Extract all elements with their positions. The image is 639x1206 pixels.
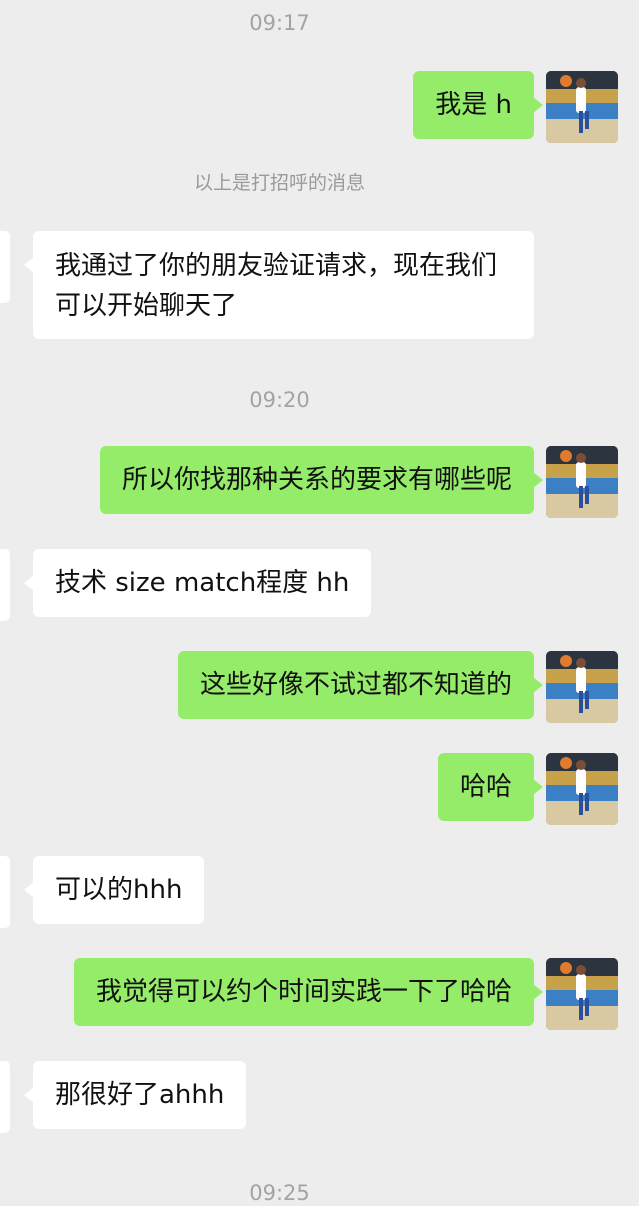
my-message-bubble[interactable]: 我是 h: [413, 71, 543, 139]
basketball-player-photo-icon: [546, 753, 618, 825]
my-message-bubble[interactable]: 我觉得可以约个时间实践一下了哈哈: [73, 958, 544, 1026]
my-avatar[interactable]: [546, 651, 618, 723]
basketball-player-photo-icon: [546, 71, 618, 143]
contact-message-bubble[interactable]: 那很好了ahhh: [23, 1061, 247, 1129]
contact-avatar[interactable]: [0, 549, 10, 621]
contact-message-bubble[interactable]: 技术 size match程度 hh: [23, 549, 372, 617]
my-message-bubble[interactable]: 哈哈: [437, 753, 544, 821]
basketball-player-photo-icon: [546, 651, 618, 723]
contact-message-bubble[interactable]: 我通过了你的朋友验证请求，现在我们可以开始聊天了: [24, 231, 534, 339]
my-avatar[interactable]: [546, 753, 618, 825]
chat-message-list[interactable]: 09:17 我是 h 以上是打招呼的消息 我通过了你的朋友验证请求，现在我们可以…: [0, 0, 639, 1205]
timestamp: 09:25: [249, 1181, 310, 1205]
contact-avatar[interactable]: [0, 231, 10, 303]
basketball-player-photo-icon: [546, 958, 618, 1030]
contact-avatar[interactable]: [0, 1061, 10, 1133]
basketball-player-photo-icon: [546, 446, 618, 518]
system-notice: 以上是打招呼的消息: [193, 172, 365, 194]
timestamp: 09:17: [249, 11, 310, 35]
my-avatar[interactable]: [546, 958, 618, 1030]
my-message-bubble[interactable]: 这些好像不试过都不知道的: [177, 651, 544, 719]
my-avatar[interactable]: [546, 71, 618, 143]
contact-message-bubble[interactable]: 可以的hhh: [23, 856, 205, 924]
my-avatar[interactable]: [546, 446, 618, 518]
contact-avatar[interactable]: [0, 856, 10, 928]
my-message-bubble[interactable]: 所以你找那种关系的要求有哪些呢: [99, 446, 544, 514]
timestamp: 09:20: [249, 388, 310, 412]
